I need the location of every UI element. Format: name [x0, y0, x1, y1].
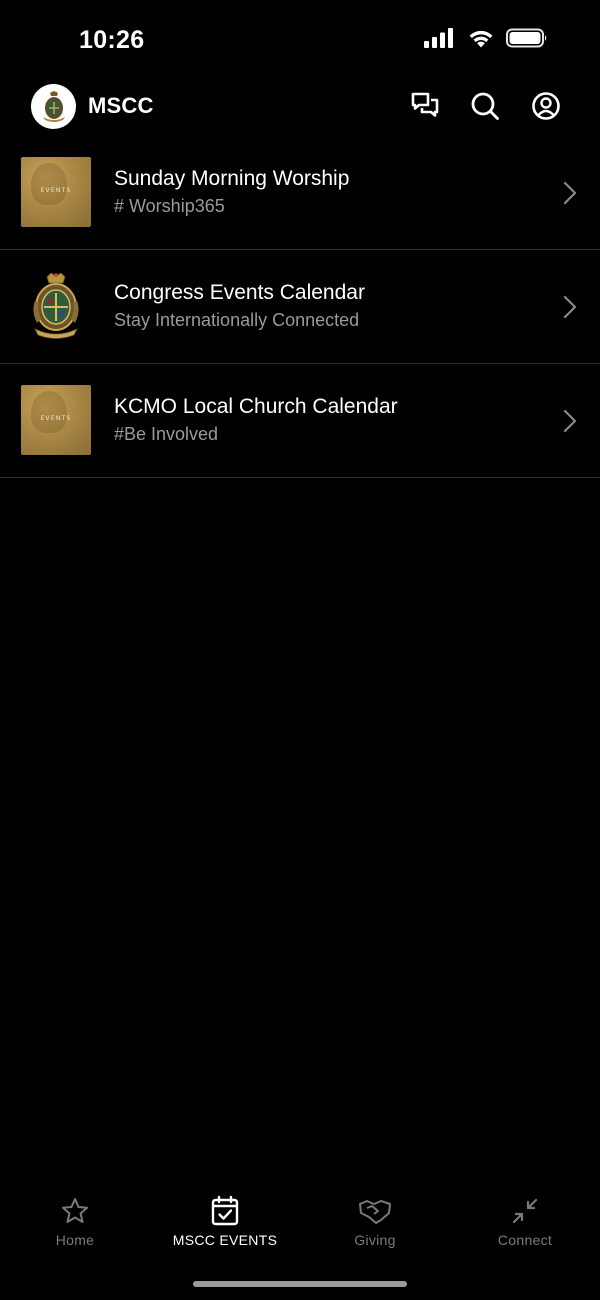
status-bar: 10:26 [0, 0, 600, 80]
wifi-icon [467, 28, 495, 48]
handshake-icon [359, 1200, 391, 1224]
status-time: 10:26 [79, 26, 145, 54]
calendar-check-icon [211, 1195, 239, 1226]
tab-connect[interactable]: Connect [450, 1185, 600, 1255]
cellular-signal-icon [424, 28, 456, 48]
messages-button[interactable] [409, 90, 441, 122]
search-button[interactable] [469, 90, 501, 122]
chevron-right-icon [563, 181, 577, 205]
tab-bar: Home MSCC EVENTS Giving Connect [0, 1185, 600, 1265]
tab-mscc-events[interactable]: MSCC EVENTS [150, 1185, 300, 1255]
tab-label: MSCC EVENTS [172, 1232, 278, 1248]
thumbnail-label: EVENTS [40, 415, 72, 422]
logo-avatar[interactable] [31, 84, 76, 129]
home-indicator[interactable] [193, 1281, 407, 1287]
list-item-title: Sunday Morning Worship [114, 167, 350, 190]
thumbnail-label: EVENTS [40, 187, 72, 194]
event-thumbnail: EVENTS [21, 157, 91, 227]
list-item-subtitle: #Be Involved [114, 424, 219, 444]
chat-bubbles-icon [411, 92, 439, 117]
search-icon [471, 92, 499, 120]
tab-label: Connect [497, 1232, 553, 1248]
tab-giving[interactable]: Giving [300, 1185, 450, 1255]
crest-logo-icon [42, 90, 65, 122]
collapse-arrows-icon [512, 1198, 538, 1224]
status-icons [424, 28, 548, 48]
list-item-subtitle: Stay Internationally Connected [114, 310, 360, 330]
tab-label: Home [55, 1232, 95, 1248]
list-item-title: Congress Events Calendar [114, 281, 365, 304]
list-item-subtitle: # Worship365 [114, 196, 225, 216]
list-item-title: KCMO Local Church Calendar [114, 395, 398, 418]
list-item-congress-events[interactable]: Congress Events Calendar Stay Internatio… [0, 250, 600, 364]
crest-emblem-icon [33, 272, 79, 339]
user-circle-icon [532, 92, 560, 120]
tab-home[interactable]: Home [0, 1185, 150, 1255]
star-icon [62, 1198, 88, 1223]
battery-icon [506, 28, 548, 48]
chevron-right-icon [563, 409, 577, 433]
app-title: MSCC [88, 93, 154, 118]
list-item-kcmo-local-church[interactable]: EVENTS KCMO Local Church Calendar #Be In… [0, 364, 600, 478]
tab-label: Giving [354, 1232, 396, 1248]
app-header: MSCC [0, 80, 600, 132]
event-thumbnail: EVENTS [21, 385, 91, 455]
list-item-sunday-worship[interactable]: EVENTS Sunday Morning Worship # Worship3… [0, 136, 600, 250]
chevron-right-icon [563, 295, 577, 319]
account-button[interactable] [530, 90, 562, 122]
crest-thumbnail [21, 271, 91, 341]
event-list: EVENTS Sunday Morning Worship # Worship3… [0, 136, 600, 478]
